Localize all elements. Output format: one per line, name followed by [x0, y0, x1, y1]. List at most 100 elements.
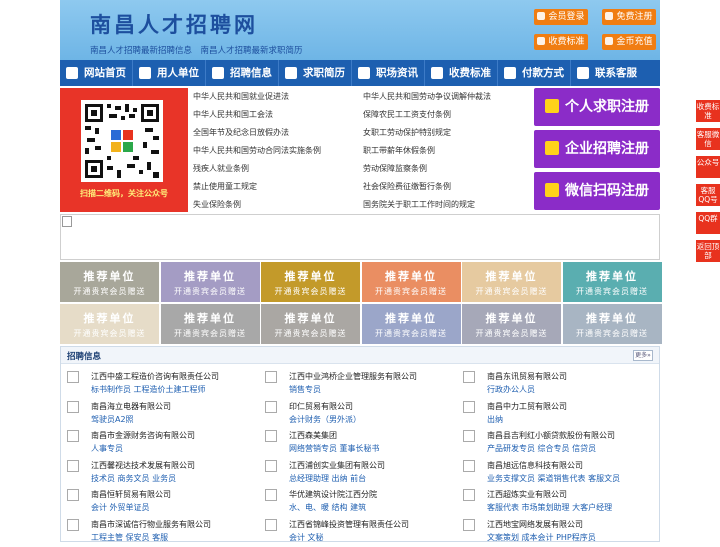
company-name-link[interactable]: 南昌东讯贸易有限公司 [487, 371, 567, 382]
ad-banner[interactable] [60, 214, 660, 260]
company-logo-icon[interactable] [463, 459, 475, 472]
more-link[interactable]: 更多» [633, 350, 653, 361]
company-logo-icon[interactable] [463, 489, 475, 501]
company-logo-icon[interactable] [265, 518, 277, 531]
personal-register-button[interactable]: 个人求职注册 [534, 88, 660, 126]
company-name-link[interactable]: 南昌县吉利红小额贷款股份有限公司 [487, 430, 615, 441]
company-name-link[interactable]: 江西省锦峰投资管理有限责任公司 [289, 519, 409, 530]
float-official-account[interactable]: 公众号 [696, 156, 720, 178]
recommend-tile[interactable]: 推荐单位 开通贵宾会员赠送 [562, 262, 662, 302]
company-name-link[interactable]: 南昌市深诚信行物业服务有限公司 [91, 519, 211, 530]
nav-jobs[interactable]: 招聘信息 [206, 60, 279, 86]
wechat-register-button[interactable]: 微信扫码注册 [534, 172, 660, 210]
float-wechat-service[interactable]: 客服微信 [696, 128, 720, 150]
position-links[interactable]: 业务支撑文员 渠道销售代表 客服文员 [487, 473, 620, 484]
company-name-link[interactable]: 江西超炼实业有限公司 [487, 489, 567, 500]
position-links[interactable]: 出纳 [487, 414, 503, 425]
company-logo-icon[interactable] [67, 459, 79, 472]
company-logo-icon[interactable] [265, 400, 277, 413]
nav-payment[interactable]: 付款方式 [498, 60, 571, 86]
position-links[interactable]: 技术员 商务文员 业务员 [91, 473, 176, 484]
recommend-tile[interactable]: 推荐单位 开通贵宾会员赠送 [60, 262, 159, 302]
recommend-tile[interactable]: 推荐单位 开通贵宾会员赠送 [462, 262, 561, 302]
company-logo-icon[interactable] [463, 371, 475, 383]
law-link[interactable]: 国务院关于职工工作时间的规定 [363, 199, 475, 210]
company-name-link[interactable]: 南昌中力工贸有限公司 [487, 401, 567, 412]
float-qq-service[interactable]: 客服QQ号 [696, 184, 720, 206]
recharge-button[interactable]: 金币充值 [602, 34, 656, 50]
company-logo-icon[interactable] [463, 400, 475, 413]
company-name-link[interactable]: 江西中业鸿桥企业管理服务有限公司 [289, 371, 417, 382]
login-button[interactable]: 会员登录 [534, 9, 588, 25]
nav-news[interactable]: 职场资讯 [352, 60, 425, 86]
position-links[interactable]: 文案策划 成本会计 PHP程序员 [487, 532, 596, 543]
company-name-link[interactable]: 江西森美集团 [289, 430, 337, 441]
position-links[interactable]: 水、电、暖 结构 建筑 [289, 502, 366, 513]
law-link[interactable]: 中华人民共和国工会法 [193, 109, 273, 120]
position-links[interactable]: 产品研发专员 综合专员 信贷员 [487, 443, 596, 454]
company-name-link[interactable]: 印仁贸易有限公司 [289, 401, 353, 412]
site-title[interactable]: 南昌人才招聘网 [90, 9, 258, 39]
recommend-tile[interactable]: 推荐单位 开通贵宾会员赠送 [562, 304, 662, 344]
position-links[interactable]: 销售专员 [289, 384, 321, 395]
company-logo-icon[interactable] [67, 518, 79, 531]
recommend-tile[interactable]: 推荐单位 开通贵宾会员赠送 [361, 304, 461, 344]
company-name-link[interactable]: 江西浦创实业集团有限公司 [289, 460, 385, 471]
nav-resumes[interactable]: 求职简历 [279, 60, 352, 86]
law-link[interactable]: 残疾人就业条例 [193, 163, 249, 174]
position-links[interactable]: 网络营销专员 董事长秘书 [289, 443, 380, 454]
position-links[interactable]: 会计财务（男外派） [289, 414, 361, 425]
company-logo-icon[interactable] [265, 371, 277, 383]
company-logo-icon[interactable] [67, 430, 79, 442]
company-logo-icon[interactable] [265, 489, 277, 501]
register-button[interactable]: 免费注册 [602, 9, 656, 25]
recommend-tile[interactable]: 推荐单位 开通贵宾会员赠送 [160, 304, 260, 344]
nav-home[interactable]: 网站首页 [60, 60, 133, 86]
law-link[interactable]: 社会保险费征缴暂行条例 [363, 181, 451, 192]
position-links[interactable]: 总经理助理 出纳 前台 [289, 473, 366, 484]
position-links[interactable]: 标书制作员 工程造价土建工程师 [91, 384, 206, 395]
position-links[interactable]: 人事专员 [91, 443, 123, 454]
company-name-link[interactable]: 南昌旭远信息科技有限公司 [487, 460, 583, 471]
company-register-button[interactable]: 企业招聘注册 [534, 130, 660, 168]
company-name-link[interactable]: 南昌恒轩贸易有限公司 [91, 489, 171, 500]
law-link[interactable]: 全国年节及纪念日放假办法 [193, 127, 289, 138]
company-logo-icon[interactable] [463, 430, 475, 442]
law-link[interactable]: 职工带薪年休假条例 [363, 145, 435, 156]
nav-pricing[interactable]: 收费标准 [425, 60, 498, 86]
law-link[interactable]: 中华人民共和国劳动合同法实施条例 [193, 145, 321, 156]
recommend-tile[interactable]: 推荐单位 开通贵宾会员赠送 [361, 262, 461, 302]
law-link[interactable]: 保障农民工工资支付条例 [363, 109, 451, 120]
company-name-link[interactable]: 华优建筑设计院江西分院 [289, 489, 377, 500]
float-qq-group[interactable]: QQ群 [696, 212, 720, 234]
position-links[interactable]: 行政办公人员 [487, 384, 535, 395]
company-logo-icon[interactable] [265, 430, 277, 442]
pricing-button[interactable]: 收费标准 [534, 34, 588, 50]
company-logo-icon[interactable] [265, 459, 277, 472]
law-link[interactable]: 中华人民共和国劳动争议调解仲裁法 [363, 91, 491, 102]
law-link[interactable]: 禁止使用童工规定 [193, 181, 257, 192]
recommend-tile[interactable]: 推荐单位 开通贵宾会员赠送 [462, 304, 561, 344]
company-name-link[interactable]: 江西馨视达技术发展有限公司 [91, 460, 195, 471]
recommend-tile[interactable]: 推荐单位 开通贵宾会员赠送 [261, 304, 360, 344]
position-links[interactable]: 工程主管 保安员 客服 [91, 532, 168, 543]
company-logo-icon[interactable] [67, 371, 79, 383]
float-back-to-top[interactable]: 返回顶部 [696, 240, 720, 262]
company-logo-icon[interactable] [67, 400, 79, 413]
recommend-tile[interactable]: 推荐单位 开通贵宾会员赠送 [160, 262, 260, 302]
law-link[interactable]: 女职工劳动保护特别规定 [363, 127, 451, 138]
recommend-tile[interactable]: 推荐单位 开通贵宾会员赠送 [60, 304, 159, 344]
company-name-link[interactable]: 江西中盛工程造价咨询有限责任公司 [91, 371, 219, 382]
company-name-link[interactable]: 南昌市金源财务咨询有限公司 [91, 430, 195, 441]
law-link[interactable]: 劳动保障监察条例 [363, 163, 427, 174]
law-link[interactable]: 中华人民共和国就业促进法 [193, 91, 289, 102]
company-logo-icon[interactable] [67, 489, 79, 501]
law-link[interactable]: 失业保险条例 [193, 199, 241, 210]
position-links[interactable]: 客服代表 市场策划助理 大客户经理 [487, 502, 612, 513]
float-pricing[interactable]: 收费标准 [696, 100, 720, 122]
recommend-tile[interactable]: 推荐单位 开通贵宾会员赠送 [261, 262, 360, 302]
nav-employers[interactable]: 用人单位 [133, 60, 206, 86]
company-logo-icon[interactable] [463, 518, 475, 531]
position-links[interactable]: 驾驶员A2照 [91, 414, 134, 425]
position-links[interactable]: 会计 外贸单证员 [91, 502, 150, 513]
